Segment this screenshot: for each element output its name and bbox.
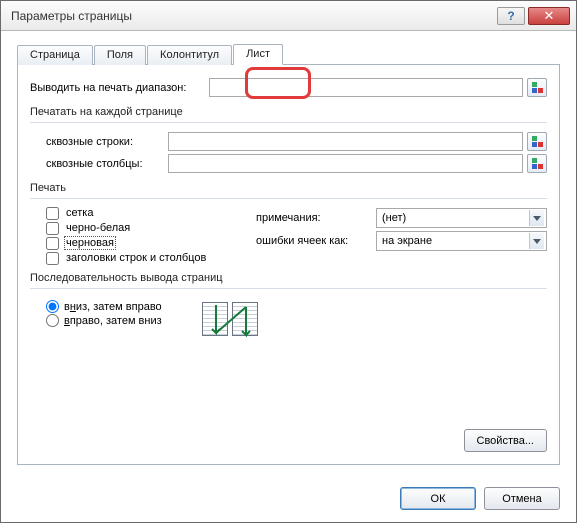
repeat-rows-row: сквозные строки: (46, 132, 547, 151)
over-then-down-input[interactable] (46, 314, 59, 327)
separator (30, 198, 547, 199)
repeat-cols-input[interactable] (168, 154, 523, 173)
gridlines-checkbox[interactable]: сетка (46, 206, 256, 220)
errors-value: на экране (382, 235, 529, 247)
repeat-cols-row: сквозные столбцы: (46, 154, 547, 173)
gridlines-label: сетка (64, 206, 95, 220)
print-range-ref-button[interactable] (527, 78, 547, 97)
dialog-buttons: ОК Отмена (1, 479, 576, 522)
tab-sheet[interactable]: Лист (233, 44, 283, 65)
gridlines-input[interactable] (46, 207, 59, 220)
tab-margins[interactable]: Поля (94, 45, 146, 65)
down-then-over-label: вниз, затем вправо (64, 301, 162, 313)
sheet-panel: Выводить на печать диапазон: Печатать на… (17, 64, 560, 465)
help-button[interactable]: ? (497, 7, 525, 25)
print-range-input[interactable] (209, 78, 523, 97)
page-order-illustration (200, 299, 262, 343)
draft-label: черновая (64, 236, 116, 250)
comments-combo[interactable]: (нет) (376, 208, 547, 228)
down-then-over-radio[interactable]: вниз, затем вправо (46, 300, 196, 313)
errors-label: ошибки ячеек как: (256, 235, 376, 247)
bw-input[interactable] (46, 222, 59, 235)
repeat-rows-label: сквозные строки: (46, 136, 164, 148)
collapse-dialog-icon (532, 158, 543, 169)
page-setup-dialog: Параметры страницы ? ✕ Страница Поля Кол… (0, 0, 577, 523)
headings-checkbox[interactable]: заголовки строк и столбцов (46, 251, 256, 265)
down-then-over-input[interactable] (46, 300, 59, 313)
errors-combo[interactable]: на экране (376, 231, 547, 251)
dialog-body: Страница Поля Колонтитул Лист Выводить н… (1, 31, 576, 479)
comments-label: примечания: (256, 212, 376, 224)
repeat-cols-label: сквозные столбцы: (46, 158, 164, 170)
close-icon: ✕ (544, 9, 555, 22)
order-group-title: Последовательность вывода страниц (30, 272, 547, 284)
over-then-down-radio[interactable]: вправо, затем вниз (46, 314, 196, 327)
collapse-dialog-icon (532, 136, 543, 147)
ok-button[interactable]: ОК (400, 487, 476, 510)
print-group-title: Печать (30, 182, 547, 194)
tab-page[interactable]: Страница (17, 45, 93, 65)
draft-checkbox[interactable]: черновая (46, 236, 256, 250)
repeat-group-title: Печатать на каждой странице (30, 106, 547, 118)
tab-headerfooter[interactable]: Колонтитул (147, 45, 232, 65)
collapse-dialog-icon (532, 82, 543, 93)
repeat-rows-ref-button[interactable] (527, 132, 547, 151)
chevron-down-icon (529, 210, 544, 226)
properties-button[interactable]: Свойства... (464, 429, 547, 452)
titlebar: Параметры страницы ? ✕ (1, 1, 576, 31)
print-range-label: Выводить на печать диапазон: (30, 82, 205, 94)
close-button[interactable]: ✕ (528, 7, 570, 25)
repeat-cols-ref-button[interactable] (527, 154, 547, 173)
chevron-down-icon (529, 233, 544, 249)
cancel-button[interactable]: Отмена (484, 487, 560, 510)
repeat-rows-input[interactable] (168, 132, 523, 151)
headings-label: заголовки строк и столбцов (64, 251, 208, 265)
over-then-down-label: вправо, затем вниз (64, 315, 162, 327)
comments-value: (нет) (382, 212, 529, 224)
window-title: Параметры страницы (11, 9, 494, 23)
draft-input[interactable] (46, 237, 59, 250)
separator (30, 288, 547, 289)
separator (30, 122, 547, 123)
headings-input[interactable] (46, 252, 59, 265)
print-range-row: Выводить на печать диапазон: (30, 78, 547, 97)
bw-checkbox[interactable]: черно-белая (46, 221, 256, 235)
help-icon: ? (507, 9, 514, 23)
tab-strip: Страница Поля Колонтитул Лист (17, 43, 560, 65)
bw-label: черно-белая (64, 221, 132, 235)
